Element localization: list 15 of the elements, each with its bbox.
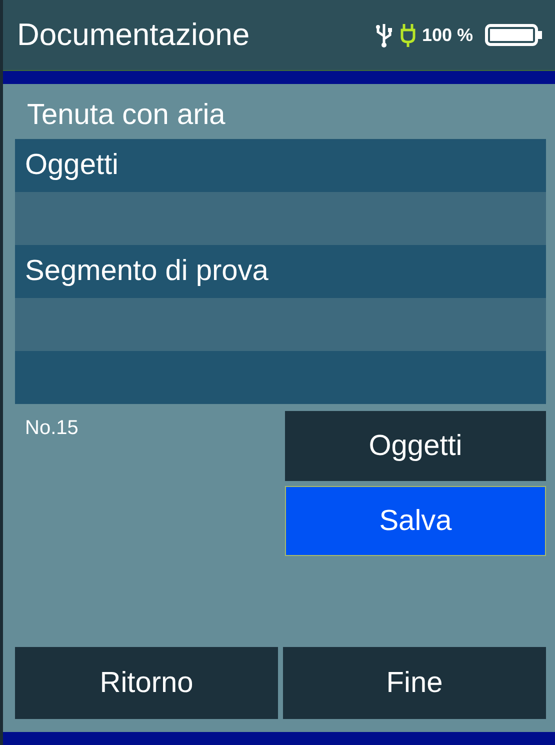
usb-icon: [374, 22, 394, 48]
menu-button[interactable]: Salva: [285, 486, 546, 556]
menu-button[interactable]: Oggetti: [285, 411, 546, 481]
footer-button[interactable]: Fine: [283, 647, 546, 719]
battery-percentage: 100 %: [422, 24, 473, 46]
record-number: No.15: [24, 416, 78, 441]
battery-icon: [485, 23, 543, 47]
footer-button[interactable]: Ritorno: [15, 647, 278, 719]
empty-list-row[interactable]: [15, 298, 546, 351]
list-row[interactable]: Segmento di prova: [15, 245, 546, 298]
plug-icon: [400, 22, 416, 48]
empty-list-row[interactable]: [15, 192, 546, 245]
list-row[interactable]: Oggetti: [15, 139, 546, 192]
section-title: Tenuta con aria: [26, 98, 226, 133]
screen-title: Documentazione: [17, 17, 250, 53]
